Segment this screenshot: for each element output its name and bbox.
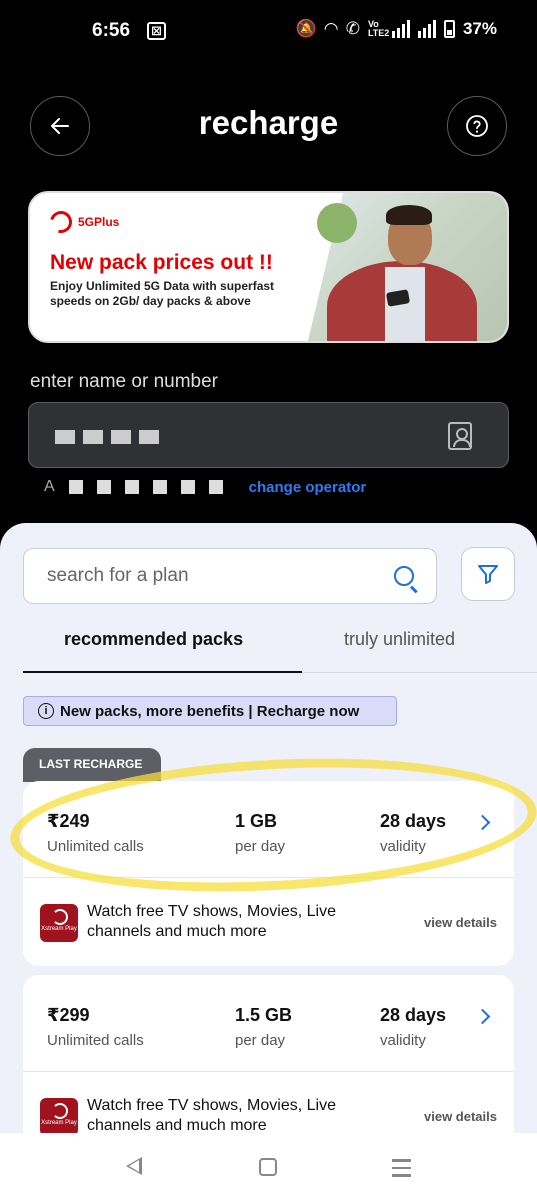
number-label: enter name or number [30, 371, 218, 392]
benefits-notice[interactable]: i New packs, more benefits | Recharge no… [23, 696, 397, 726]
redacted-number [55, 430, 159, 444]
plan-validity-label: validity [380, 1032, 426, 1049]
contact-book-icon[interactable] [448, 422, 472, 450]
filter-icon [478, 565, 498, 584]
plan-validity: 28 days [380, 811, 447, 831]
volte-label: Vo LTE2 [367, 19, 390, 38]
chevron-right-icon[interactable] [474, 814, 491, 831]
tab-recommended-packs[interactable]: recommended packs [64, 629, 243, 650]
card-divider [23, 877, 514, 878]
search-placeholder: search for a plan [47, 565, 189, 586]
battery-percent: 37% [462, 19, 497, 38]
info-icon: i [38, 703, 54, 719]
plan-validity-label: validity [380, 838, 426, 855]
photo-tree [317, 203, 357, 243]
xstream-play-icon: Xstream Play [40, 904, 78, 942]
banner-headline: New pack prices out !! [50, 251, 273, 274]
signal-1-icon [391, 20, 410, 38]
status-time: 6:56 [92, 20, 131, 41]
chevron-right-icon[interactable] [474, 1008, 491, 1025]
signal-2-icon [417, 20, 436, 38]
wifi-call-icon: ✆ [345, 19, 360, 38]
plan-data-period: per day [235, 838, 286, 855]
plan-data: 1.5 GB [235, 1005, 293, 1025]
operator-row: A change operator [44, 478, 366, 496]
plan-validity: 28 days [380, 1005, 447, 1025]
operator-prefix: A [44, 478, 55, 495]
number-input[interactable] [28, 402, 509, 468]
brand-name: 5GPlus [78, 215, 120, 229]
view-details-link[interactable]: view details [424, 1109, 497, 1124]
nav-recents-icon[interactable] [392, 1159, 411, 1182]
tab-truly-unlimited[interactable]: truly unlimited [344, 629, 455, 650]
card-divider [23, 1071, 514, 1072]
plan-card[interactable]: ₹249 Unlimited calls 1 GB per day 28 days v… [23, 781, 514, 966]
plan-data: 1 GB [235, 811, 278, 831]
notice-text: New packs, more benefits | Recharge now [60, 702, 360, 720]
nav-home-icon[interactable] [259, 1158, 277, 1176]
redacted-operator: A [44, 478, 223, 496]
outlook-icon: ⊠ [147, 22, 166, 40]
filter-button[interactable] [461, 547, 515, 601]
brand-logo: 5GPlus [45, 206, 120, 238]
nav-back-icon[interactable] [126, 1157, 142, 1175]
view-details-link[interactable]: view details [424, 915, 497, 930]
plan-benefit: Watch free TV shows, Movies, Live channe… [87, 903, 336, 940]
status-icons: 🔕 ◠ ✆ Vo LTE2 37% [295, 19, 497, 39]
search-icon[interactable] [394, 566, 414, 586]
plan-price: ₹299 [47, 1005, 90, 1025]
active-tab-indicator [23, 671, 302, 673]
plans-sheet: search for a plan recommended packs trul… [0, 523, 537, 1163]
system-nav-bar [0, 1133, 537, 1200]
help-button[interactable] [447, 96, 507, 156]
last-recharge-tag: LAST RECHARGE [23, 748, 161, 782]
plan-price: ₹249 [47, 811, 90, 831]
xstream-play-icon: Xstream Play [40, 1098, 78, 1136]
banner-subtext: Enjoy Unlimited 5G Data with superfast s… [50, 279, 275, 308]
plan-calls: Unlimited calls [47, 1032, 144, 1049]
wifi-icon: ◠ [324, 19, 338, 38]
plan-tabs: recommended packs truly unlimited [23, 621, 537, 673]
plan-benefit: Watch free TV shows, Movies, Live channe… [87, 1097, 336, 1134]
plan-calls: Unlimited calls [47, 838, 144, 855]
change-operator-link[interactable]: change operator [249, 479, 367, 496]
status-bar: 6:56 ⊠ 🔕 ◠ ✆ Vo LTE2 37% [0, 0, 537, 62]
promo-banner[interactable]: 5GPlus New pack prices out !! Enjoy Unli… [28, 191, 509, 343]
plan-data-period: per day [235, 1032, 286, 1049]
question-icon [466, 115, 488, 137]
airtel-logo-icon [45, 206, 77, 238]
battery-icon [443, 20, 455, 38]
plan-search-input[interactable]: search for a plan [23, 548, 437, 604]
photo-person-hair [386, 205, 432, 225]
mute-icon: 🔕 [295, 19, 317, 38]
